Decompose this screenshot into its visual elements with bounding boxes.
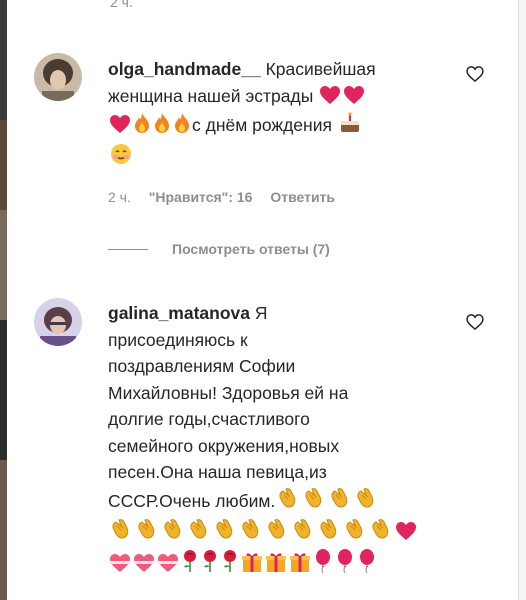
clapping-hands-icon	[317, 517, 341, 549]
clapping-hands-icon	[354, 486, 378, 518]
clapping-hands-icon	[276, 486, 300, 518]
clapping-hands-icon	[187, 517, 211, 549]
gift-icon	[241, 551, 263, 581]
fire-icon	[133, 112, 151, 142]
comment-meta: 2 ч. "Нравится": 16 Ответить	[108, 189, 349, 205]
heart-with-ribbon-icon	[133, 553, 155, 581]
scroll-fade	[7, 578, 519, 600]
birthday-cake-icon	[338, 112, 362, 142]
reply-button[interactable]: Ответить	[270, 189, 335, 205]
balloon-icon	[313, 548, 333, 581]
clapping-hands-icon	[302, 486, 326, 518]
heart-with-ribbon-icon	[157, 553, 179, 581]
avatar[interactable]	[34, 298, 82, 346]
clapping-hands-icon	[291, 517, 315, 549]
background-edge-left	[0, 0, 7, 600]
clapping-hands-icon	[343, 517, 367, 549]
gift-icon	[289, 551, 311, 581]
clapping-hands-icon	[239, 517, 263, 549]
like-heart-icon[interactable]	[465, 312, 485, 332]
clapping-hands-icon	[161, 517, 185, 549]
gift-icon	[265, 551, 287, 581]
previous-comment-time: 2 ч.	[110, 0, 133, 10]
clapping-hands-icon	[369, 517, 393, 549]
view-replies-button[interactable]: Посмотреть ответы (7)	[108, 237, 330, 261]
clapping-hands-icon	[213, 517, 237, 549]
clapping-hands-icon	[328, 486, 352, 518]
balloon-icon	[357, 548, 377, 581]
clapping-hands-icon	[109, 517, 133, 549]
comment-text: olga_handmade__ Красивейшая женщина наше…	[108, 56, 438, 173]
username[interactable]: olga_handmade__	[108, 59, 261, 79]
view-replies-label: Посмотреть ответы (7)	[172, 241, 330, 257]
like-heart-icon[interactable]	[465, 64, 485, 84]
comment-text: galina_matanova Я присоединяюсь к поздра…	[108, 300, 438, 580]
smiling-face-icon	[109, 142, 133, 174]
likes-count[interactable]: "Нравится": 16	[149, 189, 253, 205]
balloon-icon	[335, 548, 355, 581]
red-heart-icon	[395, 521, 417, 549]
avatar[interactable]	[34, 53, 82, 101]
rose-icon	[221, 549, 239, 581]
clapping-hands-icon	[265, 517, 289, 549]
username[interactable]: galina_matanova	[108, 303, 250, 323]
comments-panel: 2 ч. olga_handmade__ Красивейшая женщина…	[7, 0, 519, 600]
rose-icon	[201, 549, 219, 581]
red-heart-icon	[343, 85, 365, 113]
heart-with-ribbon-icon	[109, 553, 131, 581]
fire-icon	[153, 112, 171, 142]
red-heart-icon	[109, 114, 131, 142]
comment-time: 2 ч.	[108, 189, 131, 205]
clapping-hands-icon	[135, 517, 159, 549]
scrollbar[interactable]	[518, 0, 526, 600]
fire-icon	[173, 112, 191, 142]
rose-icon	[181, 549, 199, 581]
replies-divider	[108, 248, 148, 250]
red-heart-icon	[319, 85, 341, 113]
